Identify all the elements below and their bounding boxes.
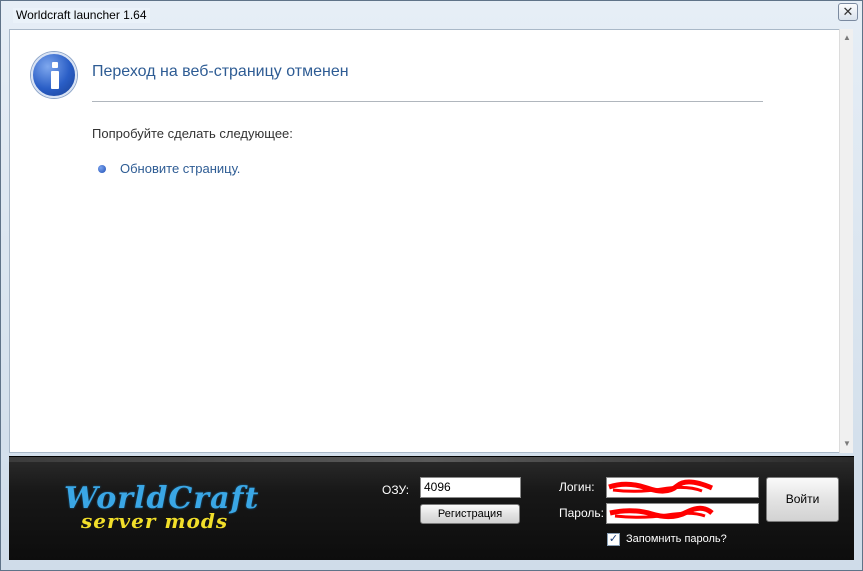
scroll-up-icon[interactable]: ▲	[840, 31, 854, 45]
close-button[interactable]: ✕	[838, 3, 858, 21]
info-icon	[31, 52, 77, 98]
login-input[interactable]	[606, 477, 759, 498]
window-title: Worldcraft launcher 1.64	[13, 8, 150, 23]
register-button[interactable]: Регистрация	[420, 504, 520, 524]
browser-content	[9, 29, 849, 453]
logo-server-mods: server mods	[81, 509, 229, 533]
redacted-scribble	[608, 479, 714, 494]
divider	[92, 101, 763, 102]
bullet-icon	[98, 165, 106, 173]
title-bar[interactable]: Worldcraft launcher 1.64 ✕	[1, 1, 862, 29]
vertical-scrollbar[interactable]: ▲ ▼	[839, 29, 853, 453]
suggestion-text: Попробуйте сделать следующее:	[92, 126, 293, 141]
ram-label: ОЗУ:	[382, 483, 410, 497]
ram-input[interactable]: 4096	[420, 477, 521, 498]
page-heading: Переход на веб-страницу отменен	[92, 63, 349, 80]
launcher-window: Worldcraft launcher 1.64 ✕ ▲ ▼ Переход н…	[0, 0, 863, 571]
scroll-down-icon[interactable]: ▼	[840, 437, 854, 451]
password-input[interactable]	[606, 503, 759, 524]
login-button[interactable]: Войти	[766, 477, 839, 522]
refresh-page-link[interactable]: Обновите страницу.	[120, 161, 240, 176]
remember-label: Запомнить пароль?	[626, 533, 727, 545]
login-label: Логин:	[559, 480, 595, 494]
password-label: Пароль:	[559, 506, 604, 520]
launcher-panel: WorldCraft server mods ОЗУ: 4096 Регистр…	[9, 456, 854, 560]
remember-checkbox[interactable]: ✓	[607, 533, 620, 546]
redacted-scribble	[609, 505, 714, 520]
